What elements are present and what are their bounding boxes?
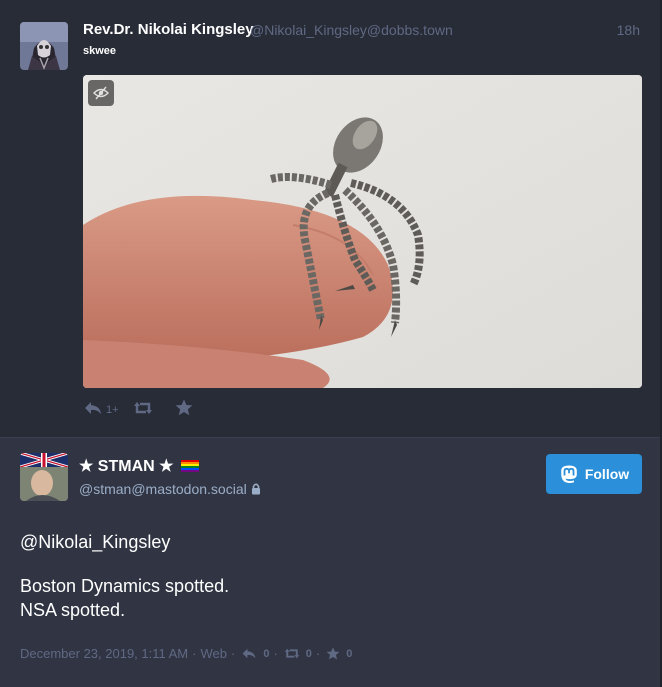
star-icon — [326, 647, 340, 660]
avatar[interactable] — [20, 22, 68, 70]
boost-count: 0 — [305, 647, 312, 660]
favourite-count: 0 — [346, 647, 353, 660]
retweet-icon — [133, 400, 153, 421]
boost-count-link[interactable]: 0 — [284, 647, 312, 660]
status-meta: December 23, 2019, 1:11 AM · Web · 0 · 0… — [20, 646, 352, 661]
reply-count-link[interactable]: 0 — [241, 647, 269, 660]
display-name[interactable]: ★ STMAN ★ — [79, 456, 200, 476]
lock-icon — [251, 483, 261, 495]
favourite-button[interactable] — [175, 399, 193, 421]
display-name[interactable]: Rev.Dr. Nikolai Kingsley — [83, 21, 254, 38]
boost-button[interactable] — [133, 400, 153, 421]
eye-slash-icon — [93, 86, 109, 100]
status-content: skwee — [83, 45, 117, 57]
favourite-count-link[interactable]: 0 — [326, 647, 352, 660]
account-handle[interactable]: @stman@mastodon.social — [79, 481, 261, 497]
relative-time[interactable]: 18h — [617, 22, 640, 38]
detailed-status: ★ STMAN ★ @stman@mastodon.social Follow … — [0, 438, 660, 687]
reply-button[interactable]: 1+ — [83, 400, 119, 421]
rainbow-flag-icon — [181, 460, 200, 472]
mention-link[interactable]: @Nikolai_Kingsley — [20, 530, 640, 554]
avatar[interactable] — [20, 453, 68, 501]
reply-icon — [241, 647, 257, 660]
reply-icon — [83, 400, 103, 421]
application-name: Web — [200, 646, 227, 661]
status-content: @Nikolai_Kingsley Boston Dynamics spotte… — [20, 530, 640, 642]
account-handle[interactable]: @Nikolai_Kingsley@dobbs.town — [250, 22, 453, 38]
separator: · — [192, 646, 197, 661]
separator: · — [230, 646, 236, 661]
hide-media-button[interactable] — [88, 80, 114, 106]
separator: · — [273, 646, 278, 661]
media-attachment[interactable] — [83, 75, 642, 388]
follow-button[interactable]: Follow — [546, 454, 642, 494]
display-name-text: ★ STMAN ★ — [79, 458, 174, 475]
mastodon-icon — [559, 464, 579, 484]
retweet-icon — [284, 647, 300, 660]
status-action-bar: 1+ — [83, 399, 193, 421]
reply-count: 1+ — [106, 404, 119, 416]
media-image[interactable] — [83, 75, 642, 388]
star-icon — [175, 399, 193, 421]
account-handle-text: @stman@mastodon.social — [79, 481, 247, 497]
status-date[interactable]: December 23, 2019, 1:11 AM — [20, 646, 188, 661]
reply-count: 0 — [263, 647, 270, 660]
follow-label: Follow — [584, 466, 630, 482]
status-paragraph: Boston Dynamics spotted. NSA spotted. — [20, 576, 230, 620]
timeline-column: Rev.Dr. Nikolai Kingsley @Nikolai_Kingsl… — [0, 0, 662, 687]
reply-context-status[interactable]: Rev.Dr. Nikolai Kingsley @Nikolai_Kingsl… — [0, 0, 660, 438]
separator: · — [315, 646, 321, 661]
